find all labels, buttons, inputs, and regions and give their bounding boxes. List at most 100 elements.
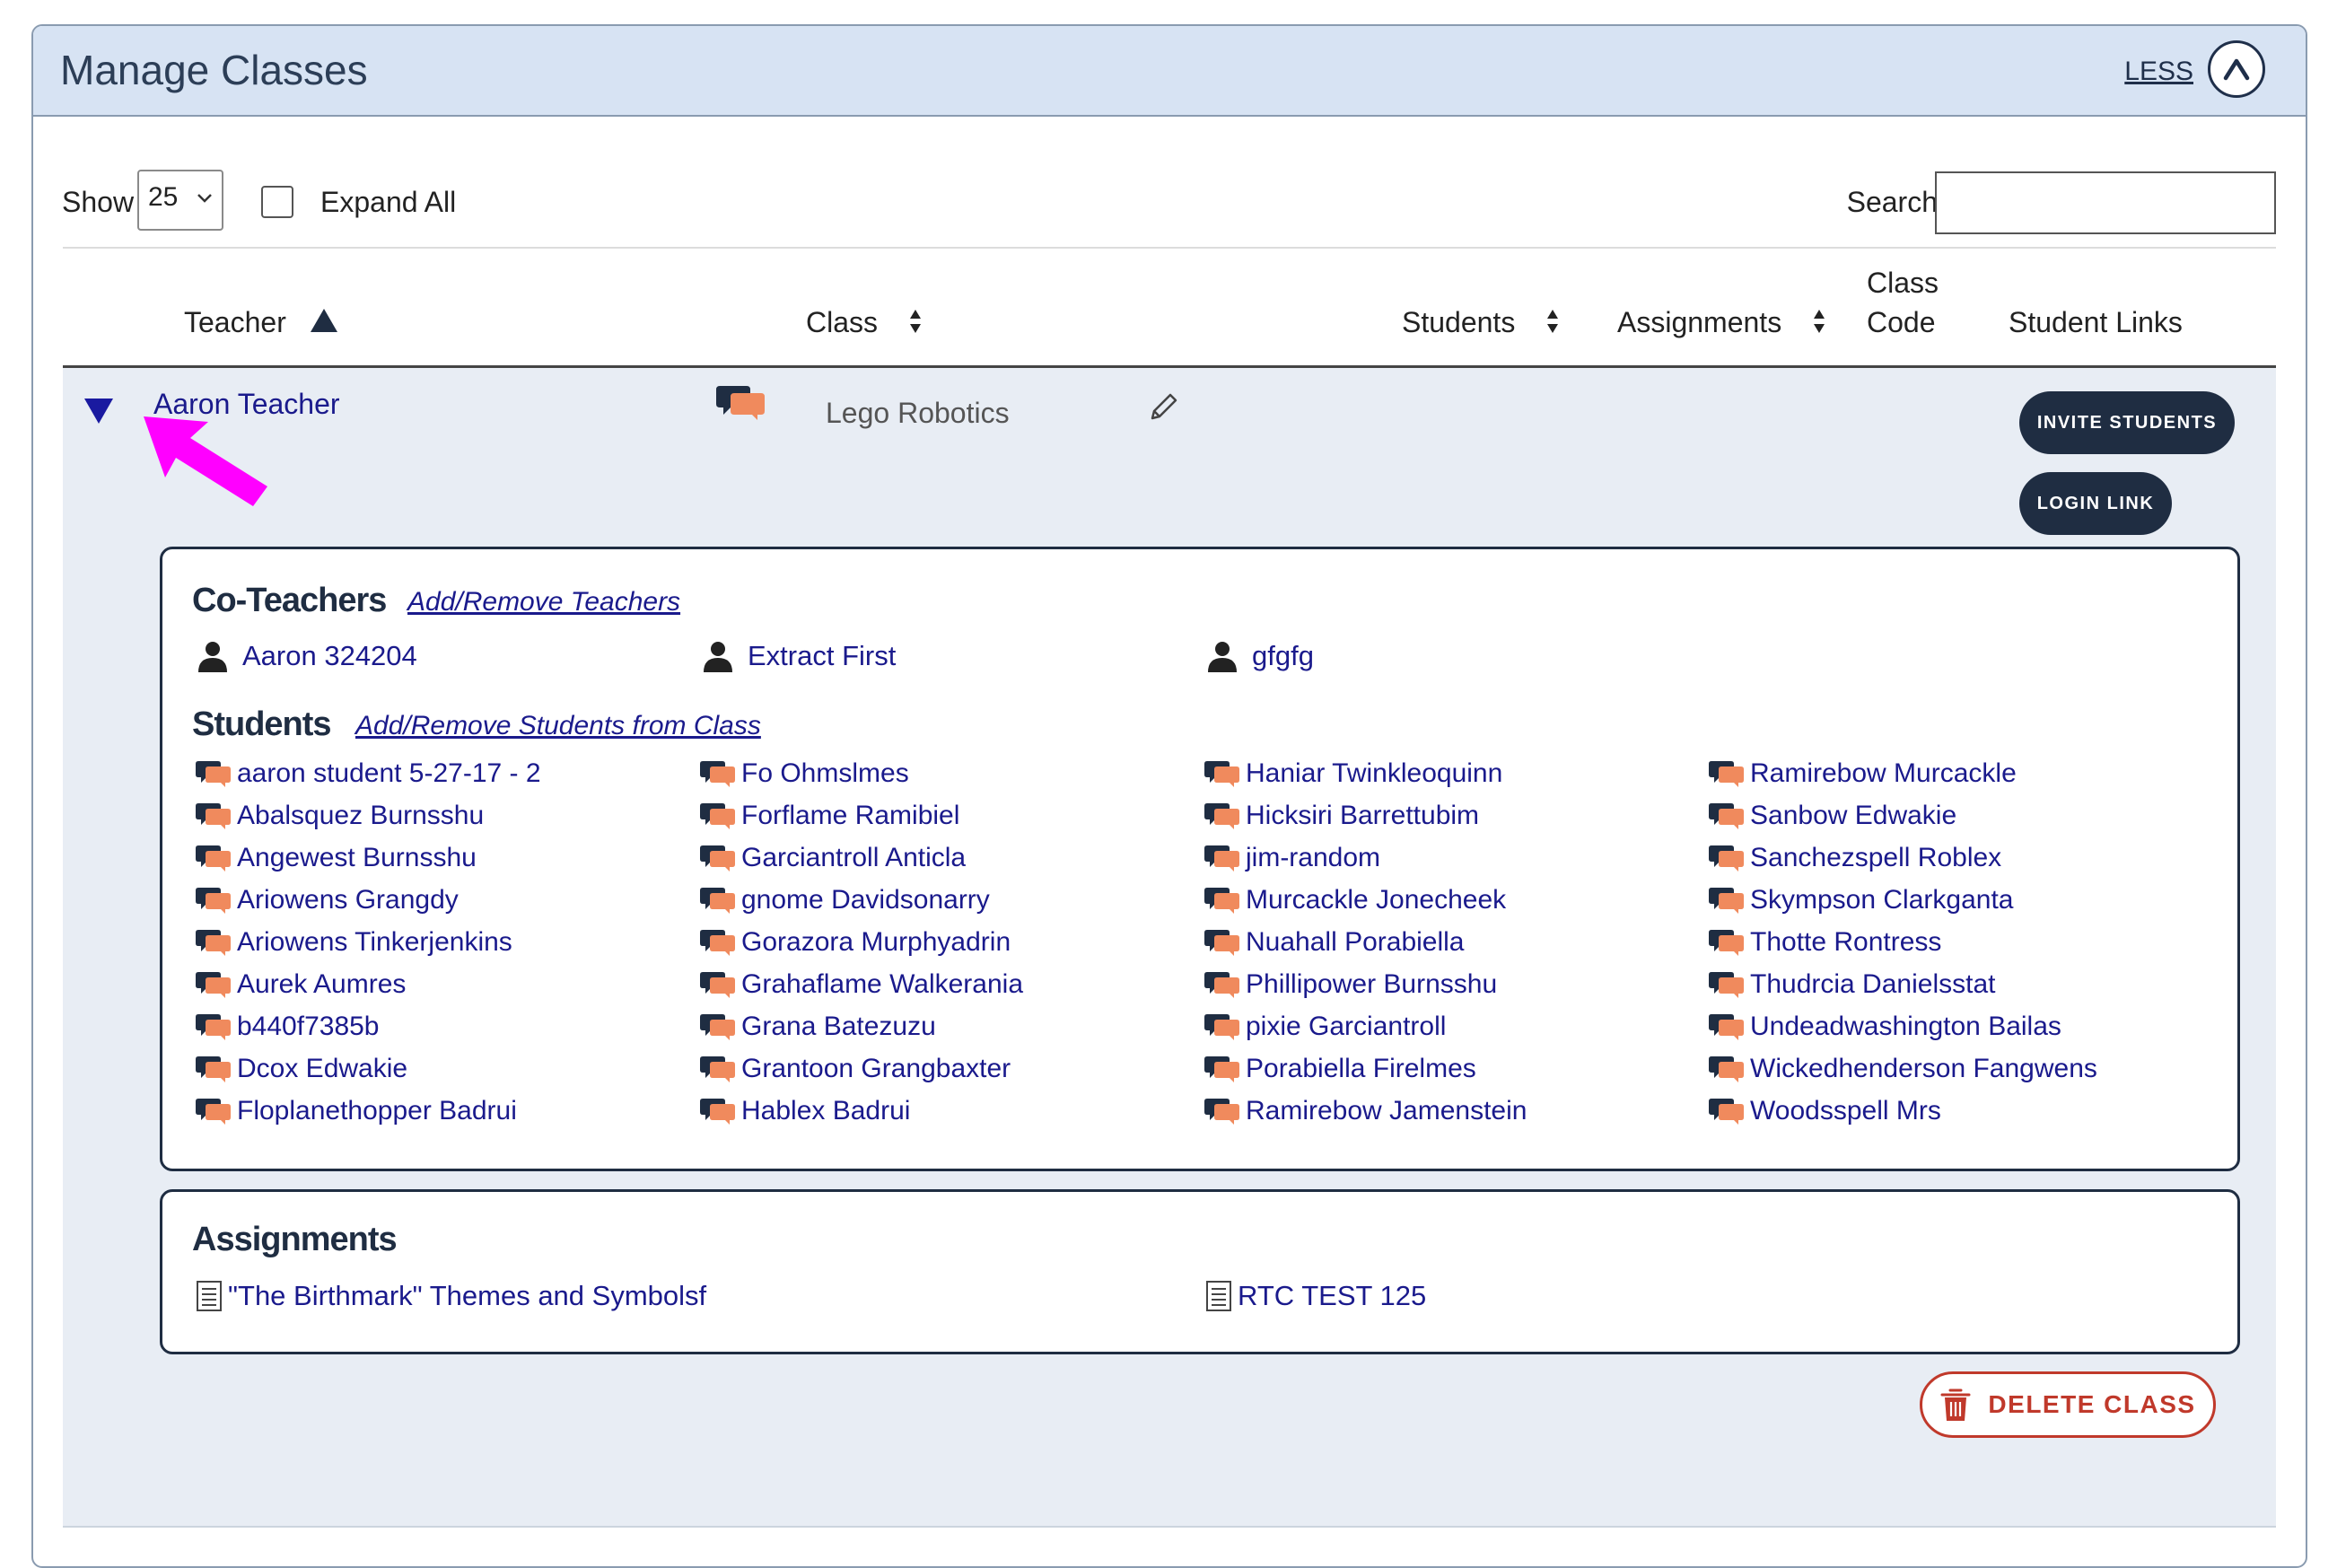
chat-icon bbox=[196, 845, 231, 872]
student-item[interactable]: aaron student 5-27-17 - 2 bbox=[196, 758, 541, 789]
person-icon bbox=[704, 642, 732, 672]
chat-icon bbox=[1204, 761, 1239, 787]
student-item[interactable]: Grantoon Grangbaxter bbox=[700, 1054, 1011, 1084]
student-item[interactable]: gnome Davidsonarry bbox=[700, 885, 990, 915]
chat-icon bbox=[1204, 888, 1239, 914]
student-item[interactable]: Wickedhenderson Fangwens bbox=[1709, 1054, 2097, 1084]
student-item[interactable]: Hicksiri Barrettubim bbox=[1204, 801, 1479, 831]
expand-all-label[interactable]: Expand All bbox=[320, 186, 456, 219]
student-item[interactable]: Ramirebow Murcackle bbox=[1709, 758, 2017, 789]
student-item[interactable]: Porabiella Firelmes bbox=[1204, 1054, 1476, 1084]
chat-icon bbox=[700, 1056, 735, 1082]
chat-icon bbox=[1204, 972, 1239, 998]
trash-icon bbox=[1940, 1388, 1971, 1421]
student-item[interactable]: Undeadwashington Bailas bbox=[1709, 1012, 2061, 1042]
student-item[interactable]: pixie Garciantroll bbox=[1204, 1012, 1446, 1042]
chat-icon bbox=[196, 972, 231, 998]
panel-header: Manage Classes LESS bbox=[33, 26, 2306, 117]
header-student-links: Student Links bbox=[2009, 306, 2183, 338]
chat-icon bbox=[1204, 1056, 1239, 1082]
collapse-button[interactable] bbox=[2208, 40, 2265, 98]
person-icon bbox=[1208, 642, 1237, 672]
chat-icon bbox=[700, 930, 735, 956]
student-item[interactable]: Floplanethopper Badrui bbox=[196, 1096, 517, 1126]
student-item[interactable]: Woodsspell Mrs bbox=[1709, 1096, 1941, 1126]
student-item[interactable]: Angewest Burnsshu bbox=[196, 843, 477, 873]
student-item[interactable]: Ariowens Grangdy bbox=[196, 885, 459, 915]
chat-icon bbox=[1709, 888, 1744, 914]
chat-icon bbox=[700, 972, 735, 998]
page-size-value: 25 bbox=[148, 182, 179, 212]
assignment-item[interactable]: RTC TEST 125 bbox=[1205, 1280, 1426, 1312]
student-item[interactable]: Dcox Edwakie bbox=[196, 1054, 407, 1084]
header-class-code-line2: Code bbox=[1867, 306, 1936, 338]
header-class-code-line1: Class bbox=[1867, 267, 1939, 299]
sort-icon bbox=[1814, 310, 1825, 333]
student-item[interactable]: Forflame Ramibiel bbox=[700, 801, 959, 831]
co-teacher-item: Aaron 324204 bbox=[196, 639, 417, 673]
chat-icon bbox=[1204, 803, 1239, 829]
chat-icon bbox=[196, 930, 231, 956]
header-assignments[interactable]: Assignments bbox=[1617, 306, 1825, 339]
student-item[interactable]: Sanchezspell Roblex bbox=[1709, 843, 2001, 873]
add-remove-students-link[interactable]: Add/Remove Students from Class bbox=[355, 711, 761, 741]
delete-class-button[interactable]: DELETE CLASS bbox=[1920, 1371, 2216, 1438]
student-item[interactable]: Thudrcia Danielsstat bbox=[1709, 969, 1995, 1000]
student-item[interactable]: Fo Ohmslmes bbox=[700, 758, 909, 789]
chat-icon bbox=[196, 888, 231, 914]
chat-icon bbox=[1709, 761, 1744, 787]
student-item[interactable]: jim-random bbox=[1204, 843, 1380, 873]
chat-icon bbox=[700, 761, 735, 787]
student-item[interactable]: Gorazora Murphyadrin bbox=[700, 927, 1011, 958]
chat-icon bbox=[700, 1099, 735, 1125]
chat-icon bbox=[196, 1099, 231, 1125]
student-item[interactable]: Ramirebow Jamenstein bbox=[1204, 1096, 1527, 1126]
annotation-arrow-icon bbox=[144, 416, 267, 506]
chat-icon bbox=[1709, 1099, 1744, 1125]
student-item[interactable]: Abalsquez Burnsshu bbox=[196, 801, 484, 831]
chat-icon bbox=[700, 888, 735, 914]
edit-pencil-icon[interactable] bbox=[1147, 391, 1179, 424]
header-class[interactable]: Class bbox=[806, 306, 922, 339]
student-item[interactable]: Phillipower Burnsshu bbox=[1204, 969, 1497, 1000]
student-item[interactable]: Sanbow Edwakie bbox=[1709, 801, 1956, 831]
student-item[interactable]: Garciantroll Anticla bbox=[700, 843, 966, 873]
student-item[interactable]: Haniar Twinkleoquinn bbox=[1204, 758, 1502, 789]
assignment-item[interactable]: "The Birthmark" Themes and Symbolsf bbox=[196, 1280, 706, 1312]
student-item[interactable]: Aurek Aumres bbox=[196, 969, 406, 1000]
student-item[interactable]: Ariowens Tinkerjenkins bbox=[196, 927, 512, 958]
chat-icon bbox=[1709, 1014, 1744, 1040]
class-name[interactable]: Lego Robotics bbox=[826, 397, 1010, 430]
less-link[interactable]: LESS bbox=[2124, 57, 2193, 87]
page-size-select[interactable]: 25 bbox=[137, 170, 223, 231]
student-item[interactable]: Nuahall Porabiella bbox=[1204, 927, 1465, 958]
invite-students-button[interactable]: INVITE STUDENTS bbox=[2019, 391, 2235, 454]
student-item[interactable]: b440f7385b bbox=[196, 1012, 380, 1042]
table-header: Teacher Class Students Assignments Class… bbox=[63, 249, 2276, 368]
co-teacher-item: Extract First bbox=[701, 639, 896, 673]
chat-icon bbox=[196, 803, 231, 829]
student-item[interactable]: Grana Batezuzu bbox=[700, 1012, 936, 1042]
student-item[interactable]: Thotte Rontress bbox=[1709, 927, 1941, 958]
document-icon bbox=[1206, 1281, 1231, 1311]
chat-icon bbox=[196, 761, 231, 787]
document-icon bbox=[197, 1281, 222, 1311]
header-teacher[interactable]: Teacher bbox=[184, 306, 339, 339]
collapse-row-icon[interactable] bbox=[83, 397, 115, 425]
chevron-up-icon bbox=[2223, 58, 2250, 81]
search-input[interactable] bbox=[1935, 171, 2276, 234]
chat-icon bbox=[196, 1014, 231, 1040]
table-controls: Show 25 Expand All Search bbox=[33, 143, 2306, 234]
teacher-name[interactable]: Aaron Teacher bbox=[153, 388, 340, 421]
student-item[interactable]: Grahaflame Walkerania bbox=[700, 969, 1023, 1000]
class-chat-icon[interactable] bbox=[716, 382, 766, 422]
student-item[interactable]: Murcackle Jonecheek bbox=[1204, 885, 1506, 915]
assignments-title: Assignments bbox=[192, 1221, 398, 1258]
header-students[interactable]: Students bbox=[1402, 306, 1559, 339]
expand-all-checkbox[interactable] bbox=[261, 186, 293, 218]
student-item[interactable]: Skympson Clarkganta bbox=[1709, 885, 2013, 915]
student-item[interactable]: Hablex Badrui bbox=[700, 1096, 910, 1126]
login-link-button[interactable]: LOGIN LINK bbox=[2019, 472, 2172, 535]
add-remove-teachers-link[interactable]: Add/Remove Teachers bbox=[407, 587, 680, 618]
panel-title: Manage Classes bbox=[60, 47, 368, 93]
